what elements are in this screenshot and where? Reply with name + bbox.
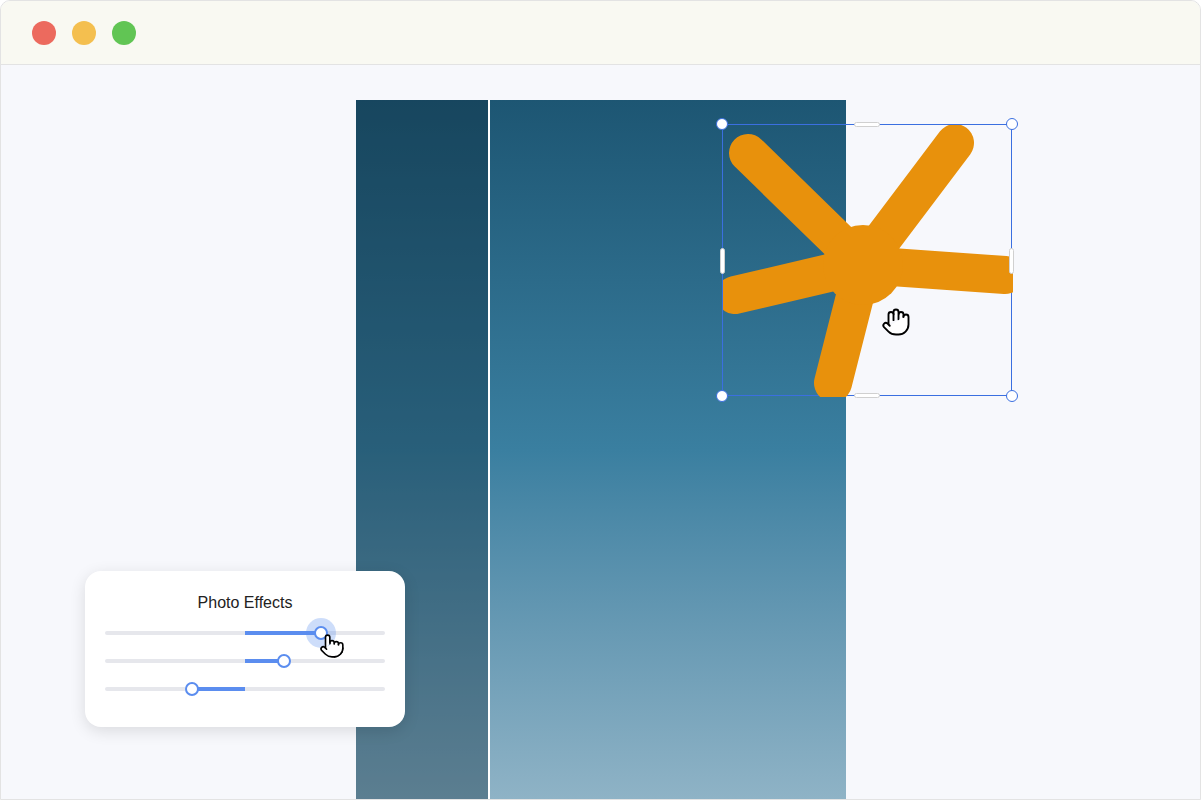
editor-canvas: Photo Effects — [1, 65, 1200, 799]
star-sticker-icon — [723, 125, 1013, 397]
pointer-cursor-icon — [319, 633, 345, 659]
sticker[interactable] — [722, 124, 1012, 396]
corner-handle[interactable] — [1006, 390, 1018, 402]
side-handle[interactable] — [854, 393, 880, 398]
slider-fill — [192, 687, 245, 691]
side-handle[interactable] — [854, 122, 880, 127]
corner-handle[interactable] — [1006, 118, 1018, 130]
side-handle[interactable] — [720, 248, 725, 274]
app-window: Photo Effects — [0, 0, 1201, 800]
zoom-button[interactable] — [112, 21, 136, 45]
close-button[interactable] — [32, 21, 56, 45]
photo — [356, 100, 846, 800]
effect-slider[interactable] — [105, 647, 385, 675]
grab-cursor-icon — [881, 307, 911, 337]
effect-slider[interactable] — [105, 619, 385, 647]
slider-track — [105, 687, 385, 691]
minimize-button[interactable] — [72, 21, 96, 45]
panel-title: Photo Effects — [105, 591, 385, 615]
effect-slider[interactable] — [105, 675, 385, 703]
corner-handle[interactable] — [716, 390, 728, 402]
title-bar — [1, 1, 1200, 65]
side-handle[interactable] — [1009, 248, 1014, 274]
photo-effects-panel: Photo Effects — [85, 571, 405, 727]
comparison-divider[interactable] — [488, 100, 490, 800]
corner-handle[interactable] — [716, 118, 728, 130]
